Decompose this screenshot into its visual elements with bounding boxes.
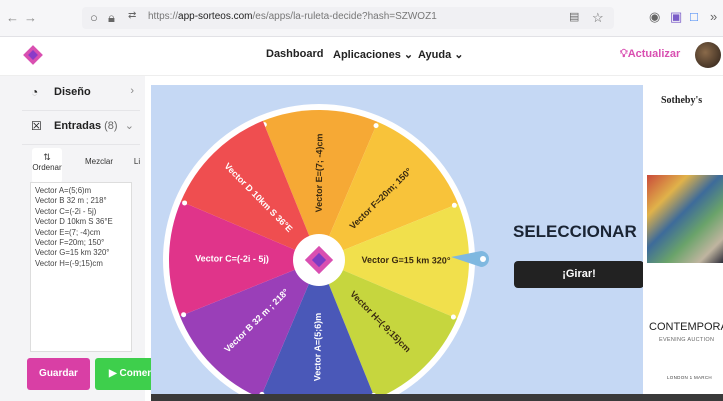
- lock-icon: 🔒︎: [108, 10, 115, 25]
- bulb-icon: 💡︎: [620, 48, 628, 60]
- sort-icon: ⇅: [43, 152, 51, 162]
- palette-icon: ◔: [31, 85, 39, 99]
- select-heading: SELECCIONAR: [513, 222, 637, 241]
- spin-button[interactable]: ¡Girar!: [514, 261, 644, 288]
- avatar[interactable]: [695, 42, 721, 68]
- start-button[interactable]: ▶ Comen: [95, 358, 157, 390]
- permissions-icon[interactable]: ⇄: [128, 10, 136, 21]
- panel-entradas-label: Entradas (8): [54, 120, 118, 132]
- panel-diseno[interactable]: ◔ Diseño ›: [22, 76, 140, 111]
- ad-subtitle: EVENING AUCTION: [659, 337, 715, 343]
- chevron-down-icon: ⌄: [124, 120, 134, 132]
- account-icon[interactable]: □: [690, 9, 698, 24]
- entradas-count: (8): [104, 120, 118, 132]
- chevron-right-icon: ›: [130, 85, 134, 97]
- ad-panel[interactable]: Sotheby's CONTEMPORAR EVENING AUCTION LO…: [643, 85, 723, 401]
- wheel-peg: [181, 312, 187, 318]
- extension-icon[interactable]: ▣: [670, 9, 682, 25]
- ad-artwork-image: [647, 175, 723, 263]
- forward-icon[interactable]: →: [24, 10, 37, 25]
- ad-footer: LONDON 1 MARCH: [667, 375, 712, 380]
- nav-dashboard[interactable]: Dashboard: [266, 48, 323, 60]
- reader-mode-icon[interactable]: ▤: [569, 10, 579, 23]
- overflow-chevron-icon[interactable]: »: [710, 9, 717, 24]
- panel-entradas[interactable]: ☒ Entradas (8) ⌄: [22, 110, 140, 145]
- ad-brand: Sotheby's: [661, 95, 703, 106]
- wheel-segment-label: Vector C=(-2i - 5j): [195, 253, 269, 264]
- url-text: https://app-sorteos.com/es/apps/la-rulet…: [148, 11, 437, 22]
- wheel-peg: [451, 202, 457, 208]
- gift-icon: ☒: [31, 119, 42, 133]
- tab-ordenar[interactable]: ⇅ Ordenar: [32, 148, 62, 183]
- nav-ayuda[interactable]: Ayuda ⌄: [418, 48, 463, 61]
- wheel-peg: [373, 123, 379, 129]
- address-bar[interactable]: ○ 🔒︎ ⇄ https://app-sorteos.com/es/apps/l…: [82, 7, 614, 29]
- bottom-bar: [151, 394, 723, 401]
- entries-textarea[interactable]: Vector A=(5;6)m Vector B 32 m ; 218° Vec…: [30, 182, 132, 352]
- panel-diseno-label: Diseño: [54, 86, 91, 98]
- wheel-segment-label: Vector E=(7; -4)cm: [314, 134, 325, 213]
- app-header: Dashboard Aplicaciones ⌄ Ayuda ⌄ 💡︎Actua…: [0, 37, 723, 76]
- tab-lista[interactable]: Li: [132, 148, 142, 183]
- prize-wheel[interactable]: Vector E=(7; -4)cm Vector F=20m; 150°Vect…: [151, 85, 643, 401]
- ad-title: CONTEMPORAR: [649, 321, 723, 333]
- wheel-pointer-pin: [480, 256, 486, 262]
- bookmark-star-icon[interactable]: ☆: [592, 10, 604, 26]
- pocket-icon[interactable]: ◉: [649, 9, 660, 25]
- upgrade-link[interactable]: 💡︎Actualizar: [620, 48, 680, 61]
- wheel-segment-label: Vector G=15 km 320°: [362, 255, 451, 266]
- back-icon[interactable]: ←: [6, 10, 19, 25]
- shield-icon: ○: [90, 10, 98, 25]
- browser-toolbar: ← → ○ 🔒︎ ⇄ https://app-sorteos.com/es/ap…: [0, 0, 723, 37]
- wheel-segment-label: Vector A=(5;6)m: [312, 313, 323, 382]
- nav-aplicaciones[interactable]: Aplicaciones ⌄: [333, 48, 413, 61]
- tab-mezclar[interactable]: Mezclar: [80, 148, 118, 183]
- save-button[interactable]: Guardar: [27, 358, 90, 390]
- wheel-peg: [450, 314, 456, 320]
- wheel-peg: [182, 200, 188, 206]
- entries-toolbar: ⇅ Ordenar Mezclar Li: [22, 148, 145, 183]
- app-logo[interactable]: [22, 44, 44, 66]
- play-icon: ▶: [109, 368, 117, 379]
